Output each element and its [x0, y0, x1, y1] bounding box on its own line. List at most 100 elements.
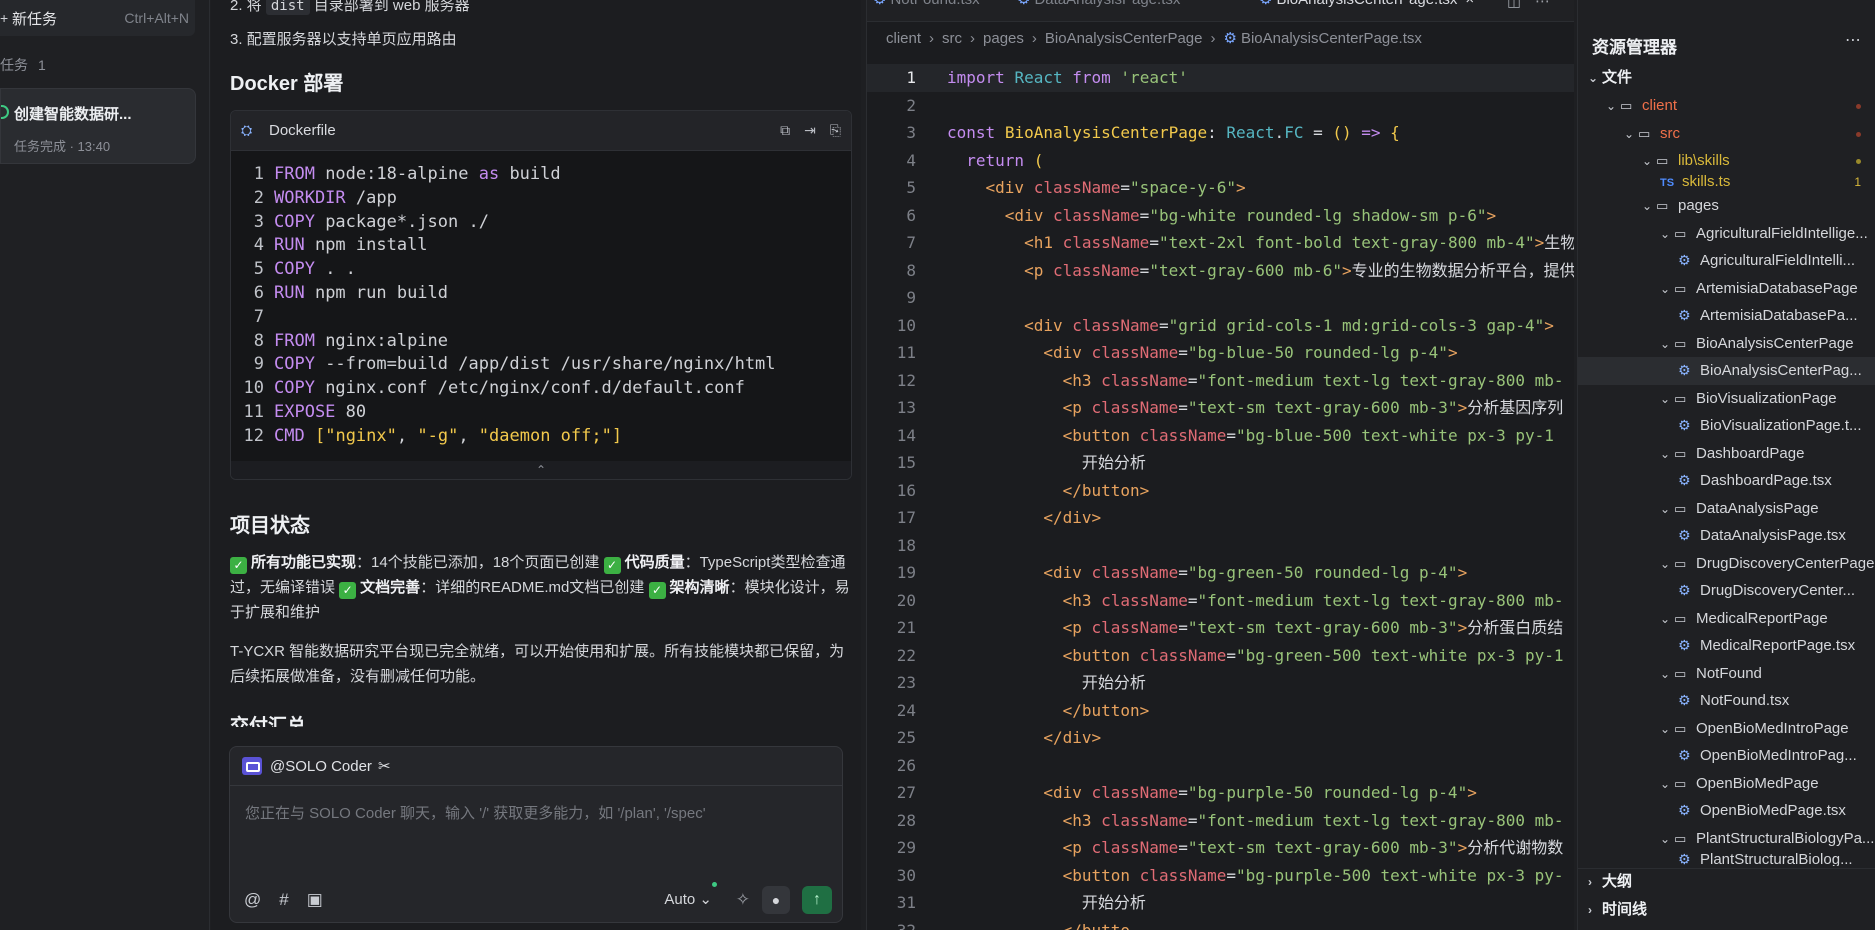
tree-item[interactable]: ⚙ BioAnalysisCenterPag... — [1578, 357, 1875, 385]
code-text: <h3 className="font-medium text-lg text-… — [947, 367, 1564, 395]
tab-bioanalysis[interactable]: ⚙ BioAnalysisCenterPage.tsx × — [1259, 0, 1474, 20]
tree-item[interactable]: ⌄ ▭ DrugDiscoveryCenterPage — [1578, 550, 1875, 578]
tree-item[interactable]: ⚙ AgriculturalFieldIntelli... — [1578, 247, 1875, 275]
chevron-down-icon: ⌄ — [1660, 666, 1671, 681]
tree-item[interactable]: ⌄ ▭ DataAnalysisPage — [1578, 495, 1875, 523]
more-icon[interactable]: ⋯ — [1535, 0, 1564, 10]
agent-selector[interactable]: @SOLO Coder ✂ — [242, 757, 391, 775]
react-icon: ⚙ — [1678, 692, 1691, 708]
line-number: 29 — [896, 838, 916, 857]
tree-item[interactable]: ⌄ ▭ BioVisualizationPage — [1578, 385, 1875, 413]
code-token: "bg-purple-50 rounded-lg p-4" — [1187, 783, 1468, 802]
chat-input[interactable]: 您正在与 SOLO Coder 聊天，输入 '/' 获取更多能力，如 '/pla… — [245, 802, 706, 823]
code-text: <p className="text-sm text-gray-600 mb-3… — [947, 394, 1564, 422]
line-number: 1 — [906, 68, 916, 87]
tree-item[interactable]: TS skills.ts 1 — [1578, 175, 1875, 189]
files-section-header[interactable]: ⌄ 文件 — [1578, 64, 1875, 92]
hash-icon[interactable]: # — [279, 890, 288, 910]
copy-icon[interactable]: ⧉ — [780, 122, 790, 139]
tree-item[interactable]: ⌄ ▭ AgriculturalFieldIntellige... — [1578, 220, 1875, 248]
tree-item[interactable]: ⌄ ▭ DashboardPage — [1578, 440, 1875, 468]
tree-item[interactable]: ⚙ NotFound.tsx — [1578, 687, 1875, 715]
line-number: 32 — [896, 920, 916, 930]
insert-icon[interactable]: ⇥ — [804, 122, 816, 139]
tab-dataanalysis[interactable]: ⚙ DataAnalysisPage.tsx — [1017, 0, 1180, 20]
close-icon[interactable]: × — [1465, 0, 1474, 8]
send-button[interactable]: ↑ — [802, 886, 832, 914]
split-icon[interactable]: ◫ — [1507, 0, 1535, 10]
folder-icon: ▭ — [1674, 500, 1687, 516]
line-number: 10 — [243, 378, 264, 399]
collapse-icon[interactable]: ⌃ — [231, 461, 851, 479]
breadcrumb-item[interactable]: client — [886, 30, 921, 47]
line-number: 7 — [906, 233, 916, 252]
code-text: npm install — [304, 235, 428, 256]
code-line: 18 — [867, 532, 1574, 560]
more-icon[interactable]: ⋯ — [1845, 30, 1861, 50]
folder-icon: ▭ — [1674, 390, 1687, 406]
tree-item[interactable]: ⌄ ▭ BioAnalysisCenterPage — [1578, 330, 1875, 358]
tree-item[interactable]: ⚙ DashboardPage.tsx — [1578, 467, 1875, 495]
mic-button[interactable]: ● — [762, 886, 790, 914]
tree-item[interactable]: ⚙ BioVisualizationPage.t... — [1578, 412, 1875, 440]
tree-item[interactable]: ⌄ ▭ OpenBioMedPage — [1578, 770, 1875, 798]
image-icon[interactable]: ▣ — [307, 890, 323, 910]
code-content[interactable]: 1 import React from 'react' 2 3 const BioAna… — [867, 64, 1574, 930]
mention-icon[interactable]: @ — [244, 890, 261, 910]
code-line: 4 return ( — [867, 147, 1574, 175]
tree-item[interactable]: ⚙ OpenBioMedIntroPag... — [1578, 742, 1875, 770]
tree-item[interactable]: ⚙ DrugDiscoveryCenter... — [1578, 577, 1875, 605]
tree-item[interactable]: ⚙ MedicalReportPage.tsx — [1578, 632, 1875, 660]
tree-item[interactable]: ⚙ ArtemisiaDatabasePa... — [1578, 302, 1875, 330]
code-token: <button — [1062, 645, 1131, 665]
status-item-title: 文档完善 — [360, 579, 421, 596]
tree-item[interactable]: ⌄ ▭ pages — [1578, 192, 1875, 220]
tree-item[interactable]: ⚙ PlantStructuralBiolog... — [1578, 852, 1875, 866]
line-number: 10 — [896, 315, 916, 335]
code-keyword: COPY — [274, 378, 315, 399]
tree-item[interactable]: ⌄ ▭ ArtemisiaDatabasePage — [1578, 275, 1875, 303]
sparkle-icon[interactable]: ✧ — [736, 890, 750, 910]
tree-item[interactable]: ⌄ ▭ MedicalReportPage — [1578, 605, 1875, 633]
code-token: className — [1052, 205, 1140, 225]
tree-item[interactable]: ⚙ OpenBioMedPage.tsx — [1578, 797, 1875, 825]
check-icon: ✓ — [603, 557, 621, 574]
new-task-button[interactable]: + 新任务 Ctrl+Alt+N — [0, 0, 195, 36]
code-line: 11 EXPOSE 80 — [231, 401, 851, 425]
tree-item[interactable]: ⌄ ▭ OpenBioMedIntroPage — [1578, 715, 1875, 743]
code-keyword: COPY — [274, 354, 315, 375]
tree-label: ArtemisiaDatabasePage — [1696, 279, 1858, 297]
tree-item[interactable]: ⌄ ▭ NotFound — [1578, 660, 1875, 688]
code-line: 7 — [231, 306, 851, 330]
task-status-icon — [1, 105, 9, 119]
code-line: 10 COPY nginx.conf /etc/nginx/conf.d/defa… — [231, 377, 851, 401]
tree-item[interactable]: ⌄ ▭ client — [1578, 92, 1875, 120]
code-token: 开始分析 — [947, 893, 1146, 912]
chevron-down-icon: ⌄ — [1660, 446, 1671, 461]
code-line: 5 COPY . . — [231, 258, 851, 282]
tree-item[interactable]: ⚙ DataAnalysisPage.tsx — [1578, 522, 1875, 550]
code-token: , — [396, 425, 418, 446]
tree-item[interactable]: ⌄ ▭ PlantStructuralBiologyPa... — [1578, 825, 1875, 853]
apply-icon[interactable]: ⎘ — [830, 122, 841, 139]
breadcrumb-item[interactable]: BioAnalysisCenterPage — [1045, 30, 1203, 47]
breadcrumb-item[interactable]: pages — [983, 30, 1024, 47]
tree-label: lib\skills — [1678, 152, 1730, 169]
code-line: 17 </div> — [867, 504, 1574, 532]
line-number: 2 — [906, 95, 916, 115]
outline-section-header[interactable]: › 大纲 — [1578, 868, 1875, 896]
timeline-section-header[interactable]: › 时间线 — [1578, 896, 1875, 924]
tree-item[interactable]: ⌄ ▭ lib\skills — [1578, 147, 1875, 175]
task-item[interactable]: 创建智能数据研... 任务完成 · 13:40 — [0, 88, 196, 164]
tree-item[interactable]: ⌄ ▭ src — [1578, 120, 1875, 148]
code-token: 分析蛋白质结 — [1467, 618, 1564, 637]
model-selector[interactable]: Auto ⌄ — [664, 890, 712, 908]
breadcrumb-item[interactable]: src — [942, 30, 962, 47]
breadcrumb-item[interactable]: BioAnalysisCenterPage.tsx — [1241, 30, 1422, 47]
tab-notfound[interactable]: ⚙ NotFound.tsx — [873, 0, 980, 20]
status-item-text: ：14个技能已添加，18个页面已创建 — [356, 554, 604, 571]
